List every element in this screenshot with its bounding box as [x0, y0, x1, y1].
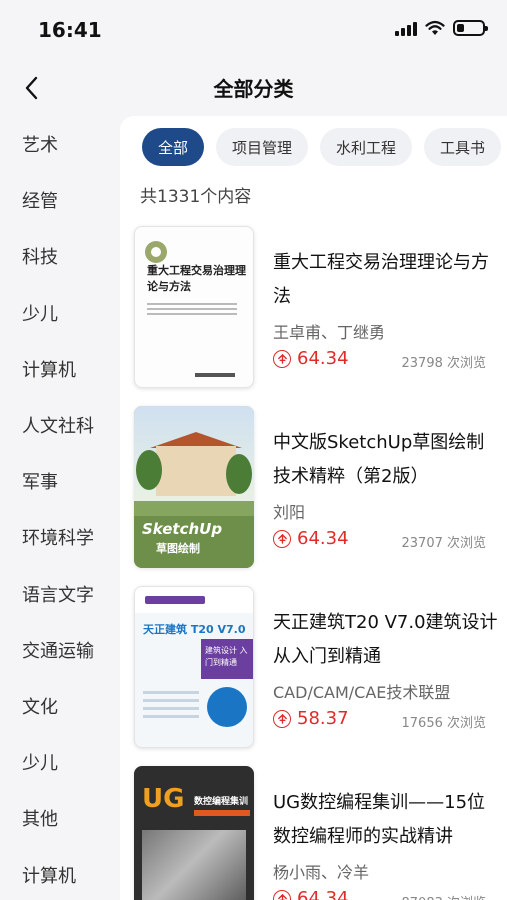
- status-bar: 16:41: [0, 0, 507, 60]
- cover-heading: 数控编程集训: [194, 797, 249, 807]
- book-title[interactable]: 中文版SketchUp草图绘制技术精粹（第2版）: [273, 426, 501, 494]
- status-time: 16:41: [38, 18, 102, 42]
- price-row: 64.34: [273, 348, 349, 369]
- sidebar-item-computer[interactable]: 计算机: [0, 341, 120, 397]
- wifi-icon: [425, 20, 445, 35]
- book-price: 64.34: [297, 528, 349, 549]
- price-tag-icon: [273, 889, 291, 900]
- battery-level: [457, 24, 465, 32]
- price-tag-icon: [273, 529, 291, 548]
- result-count: 共1331个内容: [140, 187, 252, 207]
- cover-tag: 建筑设计 入门到精通: [205, 646, 248, 667]
- sidebar-item-children[interactable]: 少儿: [0, 285, 120, 341]
- sidebar-item-technology[interactable]: 科技: [0, 228, 120, 284]
- cover-subtitle-lines: [147, 303, 237, 315]
- price-tag-icon: [273, 349, 291, 368]
- view-count: 87083 次浏览: [402, 892, 487, 900]
- book-item[interactable]: 天正建筑 T20 V7.0 建筑设计 入门到精通 天正建筑T20 V7.0建筑设…: [134, 586, 504, 748]
- book-item[interactable]: SketchUp 草图绘制 中文版SketchUp草图绘制技术精粹（第2版） 刘…: [134, 406, 504, 568]
- tab-water-engineering[interactable]: 水利工程: [320, 128, 413, 166]
- cover-orange-bar: [194, 810, 250, 816]
- book-author: CAD/CAM/CAE技术联盟: [273, 683, 451, 702]
- sidebar-item-language[interactable]: 语言文字: [0, 566, 120, 622]
- cover-text-lines: [143, 691, 199, 723]
- book-list-panel: 全部 项目管理 水利工程 工具书 共1331个内容 重大工程交易治理理论与方法 …: [120, 116, 507, 900]
- view-count: 17656 次浏览: [401, 716, 487, 731]
- book-title[interactable]: UG数控编程集训——15位数控编程师的实战精讲: [273, 786, 501, 854]
- sidebar-item-transport[interactable]: 交通运输: [0, 622, 120, 678]
- sidebar-item-other[interactable]: 其他: [0, 790, 120, 846]
- price-row: 64.34: [273, 888, 349, 900]
- cover-publisher-mark: [195, 373, 235, 377]
- price-tag-icon: [273, 709, 291, 728]
- sidebar-item-computer-2[interactable]: 计算机: [0, 846, 120, 900]
- sidebar-item-environment[interactable]: 环境科学: [0, 509, 120, 565]
- sidebar-item-humanities[interactable]: 人文社科: [0, 397, 120, 453]
- cover-badge: [207, 687, 247, 727]
- battery-icon: [453, 20, 488, 36]
- book-price: 58.37: [297, 708, 349, 729]
- cover-heading: 天正建筑 T20 V7.0: [143, 623, 246, 636]
- book-price: 64.34: [297, 348, 349, 369]
- book-cover[interactable]: UG 数控编程集训: [134, 766, 254, 900]
- cover-label: SketchUp: [142, 520, 223, 538]
- book-item[interactable]: 重大工程交易治理理论与方法 重大工程交易治理理论与方法 王卓甫、丁继勇 64.3…: [134, 226, 504, 388]
- book-title[interactable]: 天正建筑T20 V7.0建筑设计从入门到精通: [273, 606, 501, 674]
- view-count: 23798 次浏览: [401, 356, 487, 371]
- cover-machine-image: [142, 830, 246, 900]
- tab-all[interactable]: 全部: [142, 128, 205, 166]
- book-cover[interactable]: SketchUp 草图绘制: [134, 406, 254, 568]
- cover-top-banner: [135, 587, 253, 613]
- tab-reference-books[interactable]: 工具书: [424, 128, 502, 166]
- cellular-signal-icon: [395, 20, 417, 36]
- sidebar-item-military[interactable]: 军事: [0, 453, 120, 509]
- book-author: 王卓甫、丁继勇: [273, 323, 386, 342]
- price-row: 64.34: [273, 528, 349, 549]
- sidebar-item-children-2[interactable]: 少儿: [0, 734, 120, 790]
- cover-logo-text: UG: [142, 784, 185, 814]
- book-item[interactable]: UG 数控编程集训 UG数控编程集训——15位数控编程师的实战精讲 杨小雨、冷羊…: [134, 766, 504, 900]
- book-price: 64.34: [297, 888, 349, 900]
- sidebar-item-art[interactable]: 艺术: [0, 116, 120, 172]
- book-title[interactable]: 重大工程交易治理理论与方法: [273, 246, 501, 314]
- cover-sublabel: 草图绘制: [156, 542, 200, 555]
- book-cover[interactable]: 重大工程交易治理理论与方法: [134, 226, 254, 388]
- book-cover[interactable]: 天正建筑 T20 V7.0 建筑设计 入门到精通: [134, 586, 254, 748]
- sidebar-item-economics[interactable]: 经管: [0, 172, 120, 228]
- subcategory-tabs: 全部 项目管理 水利工程 工具书: [142, 128, 507, 166]
- tab-project-management[interactable]: 项目管理: [216, 128, 309, 166]
- price-row: 58.37: [273, 708, 349, 729]
- category-sidebar: 艺术 经管 科技 少儿 计算机 人文社科 军事 环境科学 语言文字 交通运输 文…: [0, 116, 120, 900]
- book-author: 杨小雨、冷羊: [273, 863, 370, 882]
- view-count: 23707 次浏览: [401, 536, 487, 551]
- cover-tree: [136, 450, 162, 490]
- cover-tree: [226, 454, 252, 494]
- sidebar-item-culture[interactable]: 文化: [0, 678, 120, 734]
- cover-house: [156, 446, 236, 496]
- book-author: 刘阳: [273, 503, 306, 522]
- page-title: 全部分类: [213, 77, 294, 101]
- cover-title: 重大工程交易治理理论与方法: [147, 264, 246, 293]
- publisher-logo-icon: [145, 241, 167, 263]
- nav-bar: 全部分类: [0, 60, 507, 116]
- status-icons: [395, 20, 488, 36]
